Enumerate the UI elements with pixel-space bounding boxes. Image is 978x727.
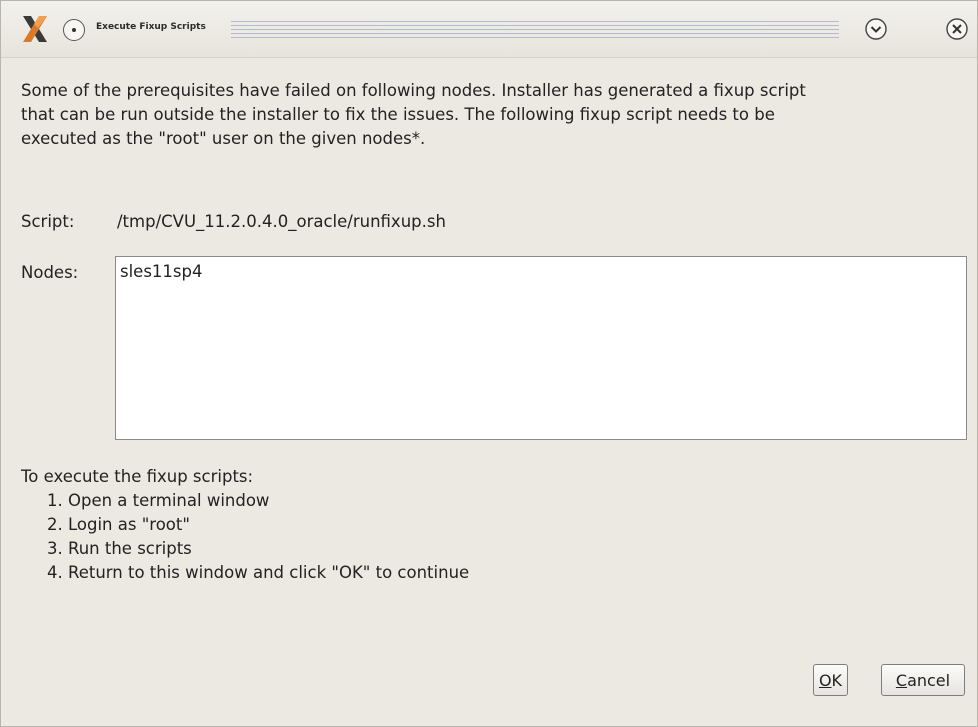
ok-button[interactable]: OK xyxy=(813,664,848,696)
instruction-step: 4. Return to this window and click "OK" … xyxy=(47,563,470,582)
title-bar-decoration xyxy=(231,21,839,39)
execute-fixup-scripts-dialog: Execute Fixup Scripts Some of the prereq… xyxy=(0,0,978,727)
x-logo-icon[interactable] xyxy=(21,13,49,45)
cancel-label-rest: ancel xyxy=(907,670,951,690)
intro-line: executed as the "root" user on the given… xyxy=(21,129,426,148)
title-bar[interactable]: Execute Fixup Scripts xyxy=(1,1,977,58)
instruction-step: 2. Login as "root" xyxy=(47,515,190,534)
ok-label-rest: K xyxy=(831,670,843,690)
window-title: Execute Fixup Scripts xyxy=(96,22,206,32)
intro-line: that can be run outside the installer to… xyxy=(21,105,775,124)
nodes-label: Nodes: xyxy=(21,263,79,282)
ok-mnemonic: O xyxy=(818,670,832,690)
close-circle-icon[interactable] xyxy=(945,17,969,41)
script-path: /tmp/CVU_11.2.0.4.0_oracle/runfixup.sh xyxy=(117,212,446,231)
instruction-step: 3. Run the scripts xyxy=(47,539,192,558)
cancel-button[interactable]: Cancel xyxy=(881,664,965,696)
chevron-down-circle-icon[interactable] xyxy=(864,17,888,41)
instructions-list: 1. Open a terminal window 2. Login as "r… xyxy=(47,489,469,585)
cancel-mnemonic: C xyxy=(895,670,908,690)
nodes-textarea[interactable]: sles11sp4 xyxy=(115,256,967,440)
intro-message: Some of the prerequisites have failed on… xyxy=(21,79,951,151)
window-menu-icon[interactable] xyxy=(63,19,85,41)
script-label: Script: xyxy=(21,212,75,231)
intro-line: Some of the prerequisites have failed on… xyxy=(21,81,806,100)
instruction-step: 1. Open a terminal window xyxy=(47,491,270,510)
instructions-title: To execute the fixup scripts: xyxy=(21,467,254,486)
